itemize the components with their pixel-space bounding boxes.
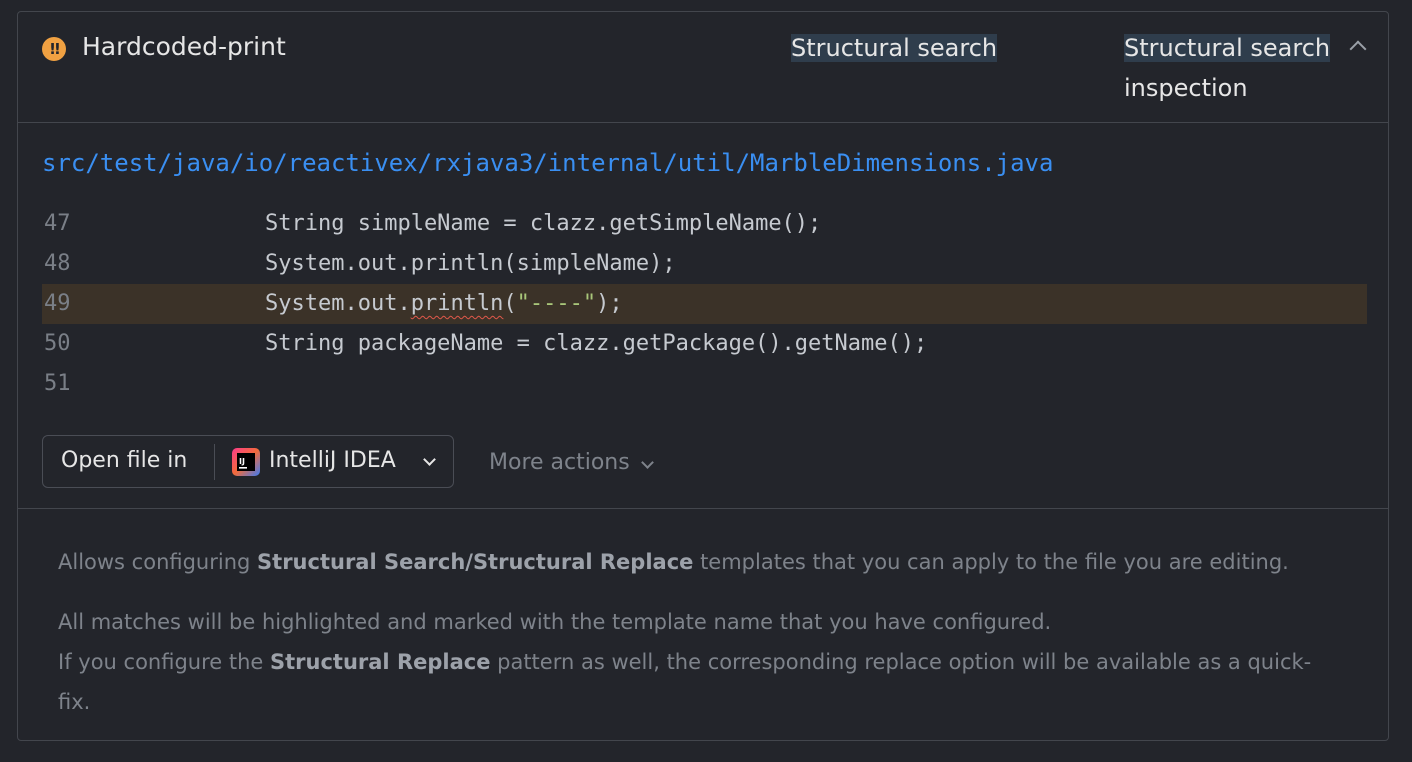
code-snippet: 47 String simpleName = clazz.getSimpleNa… — [42, 204, 1367, 404]
line-source: System.out.println(simpleName); — [265, 251, 676, 276]
string-literal: "----" — [516, 291, 597, 316]
line-number: 51 — [44, 371, 71, 396]
button-divider — [214, 444, 215, 480]
line-number: 47 — [44, 211, 71, 236]
warning-icon: !! — [42, 37, 66, 61]
highlighted-code-line: 49 System.out.println("----"); — [42, 284, 1367, 324]
inspection-title: Hardcoded-print — [82, 32, 286, 61]
chevron-down-icon[interactable] — [423, 453, 436, 466]
more-actions-button[interactable]: More actions — [489, 450, 630, 475]
code-line: 47 String simpleName = clazz.getSimpleNa… — [42, 204, 1367, 244]
inspection-description: Allows configuring Structural Search/Str… — [58, 542, 1338, 722]
card-header[interactable]: !! Hardcoded-print Structural search Str… — [18, 12, 1388, 123]
line-number: 48 — [44, 251, 71, 276]
section-divider — [18, 508, 1388, 509]
flagged-call: println — [410, 291, 504, 316]
description-paragraph: If you configure the Structural Replace … — [58, 650, 1312, 714]
open-file-button[interactable]: Open file in — [61, 448, 187, 473]
svg-text:IJ: IJ — [239, 457, 245, 466]
chevron-down-icon[interactable] — [641, 456, 654, 469]
code-line: 50 String packageName = clazz.getPackage… — [42, 324, 1367, 364]
code-line: 51 — [42, 364, 1367, 404]
line-source: System.out.println("----"); — [265, 291, 623, 316]
ide-selector-button[interactable]: IntelliJ IDEA — [269, 448, 396, 473]
line-source: String packageName = clazz.getPackage().… — [265, 331, 928, 356]
description-paragraph: All matches will be highlighted and mark… — [58, 610, 1052, 634]
line-number: 49 — [44, 291, 71, 316]
line-number: 50 — [44, 331, 71, 356]
category-tag: Structural search — [791, 34, 998, 62]
line-source: String simpleName = clazz.getSimpleName(… — [265, 211, 822, 236]
description-paragraph: Allows configuring Structural Search/Str… — [58, 550, 1289, 574]
open-file-button-group: Open file in IJ IntelliJ IDEA — [42, 435, 454, 488]
inspection-card: !! Hardcoded-print Structural search Str… — [17, 11, 1389, 741]
intellij-idea-icon: IJ — [232, 448, 260, 476]
inspection-type-tag: Structural search inspection — [1124, 34, 1331, 102]
file-path-link[interactable]: src/test/java/io/reactivex/rxjava3/inter… — [42, 149, 1053, 177]
code-line: 48 System.out.println(simpleName); — [42, 244, 1367, 284]
